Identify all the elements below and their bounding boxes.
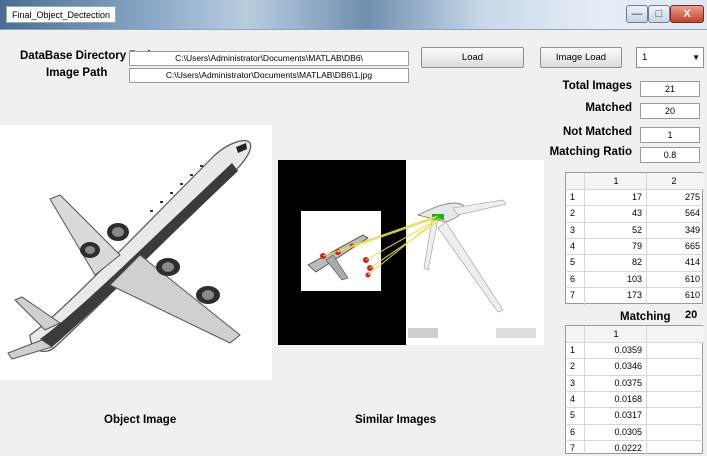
keypoint-cell[interactable]: 82 xyxy=(586,254,644,270)
object-image-caption: Object Image xyxy=(104,414,177,426)
matched-label: Matched xyxy=(585,102,632,114)
keypoint-row-index[interactable]: 1 xyxy=(568,189,584,205)
maximize-icon: □ xyxy=(655,8,663,20)
keypoint-cell[interactable]: 17 xyxy=(586,189,644,205)
image-select[interactable]: 1 ▼ xyxy=(636,47,704,68)
keypoint-cell[interactable]: 173 xyxy=(586,287,644,303)
keypoint-row-index[interactable]: 5 xyxy=(568,254,584,270)
matching-ratio-label: Matching Ratio xyxy=(549,146,632,158)
matching-row-index[interactable]: 2 xyxy=(568,358,584,374)
minimize-icon: — xyxy=(631,8,643,20)
matching-count: 20 xyxy=(685,309,698,321)
similar-images-caption: Similar Images xyxy=(355,414,437,426)
matching-cell[interactable]: 0.0305 xyxy=(586,424,644,440)
matching-col-1-header: 1 xyxy=(613,329,619,339)
image-path-field[interactable]: C:\Users\Administrator\Documents\MATLAB\… xyxy=(129,68,409,83)
keypoint-cell[interactable]: 665 xyxy=(648,238,702,254)
dropdown-arrow-icon: ▼ xyxy=(692,53,700,62)
image-path-label: Image Path xyxy=(46,67,108,79)
keypoint-cell[interactable]: 103 xyxy=(586,271,644,287)
title-bar[interactable]: Final_Object_Dectection — □ X xyxy=(0,0,707,30)
keypoint-cell[interactable]: 610 xyxy=(648,271,702,287)
minimize-button[interactable]: — xyxy=(626,5,648,23)
keypoint-cell[interactable]: 414 xyxy=(648,254,702,270)
keypoint-row-index[interactable]: 4 xyxy=(568,238,584,254)
keypoint-cell[interactable]: 349 xyxy=(648,222,702,238)
matching-cell[interactable]: 0.0168 xyxy=(586,391,644,407)
image-select-value: 1 xyxy=(642,52,648,63)
total-images-label: Total Images xyxy=(562,80,632,92)
matching-cell[interactable]: 0.0375 xyxy=(586,375,644,391)
matching-ratio-value[interactable]: 0.8 xyxy=(640,147,700,163)
total-images-value[interactable]: 21 xyxy=(640,81,700,97)
matching-row-index[interactable]: 4 xyxy=(568,391,584,407)
window-title: Final_Object_Dectection xyxy=(6,6,117,23)
keypoint-col-divider xyxy=(646,173,647,305)
keypoint-row-index[interactable]: 2 xyxy=(568,205,584,221)
similar-images xyxy=(278,160,544,345)
matching-row-index[interactable]: 7 xyxy=(568,440,584,456)
matched-value[interactable]: 20 xyxy=(640,103,700,119)
load-button[interactable]: Load xyxy=(421,47,524,68)
matching-row-index[interactable]: 1 xyxy=(568,342,584,358)
matching-cell[interactable]: 0.0346 xyxy=(586,358,644,374)
keypoint-row-index[interactable]: 3 xyxy=(568,222,584,238)
matching-row-index[interactable]: 5 xyxy=(568,407,584,423)
keypoint-cell[interactable]: 275 xyxy=(648,189,702,205)
keypoint-cell[interactable]: 79 xyxy=(586,238,644,254)
keypoint-table[interactable]: 1 2 1 17 275 2 43 564 3 52 349 4 79 665 5 82 414 6 103 61… xyxy=(565,172,704,305)
keypoint-cell[interactable]: 52 xyxy=(586,222,644,238)
keypoint-cell[interactable]: 43 xyxy=(586,205,644,221)
maximize-button[interactable]: □ xyxy=(648,5,670,23)
matching-cell[interactable]: 0.0359 xyxy=(586,342,644,358)
matching-label: Matching xyxy=(620,311,671,323)
match-visualization xyxy=(278,160,536,345)
keypoint-cell[interactable]: 610 xyxy=(648,287,702,303)
not-matched-label: Not Matched xyxy=(563,126,632,138)
keypoint-cell[interactable]: 564 xyxy=(648,205,702,221)
matching-row-index[interactable]: 3 xyxy=(568,375,584,391)
not-matched-value[interactable]: 1 xyxy=(640,127,700,143)
keypoint-col-divider xyxy=(584,173,585,305)
keypoint-col-1-header: 1 xyxy=(613,176,619,186)
close-icon: X xyxy=(683,8,691,20)
airplane-image xyxy=(7,140,252,360)
matching-cell[interactable]: 0.0222 xyxy=(586,440,644,456)
object-image xyxy=(0,125,272,380)
image-load-button[interactable]: Image Load xyxy=(540,47,622,68)
database-path-field[interactable]: C:\Users\Administrator\Documents\MATLAB\… xyxy=(129,51,409,66)
matching-cell[interactable]: 0.0317 xyxy=(586,407,644,423)
keypoint-row-index[interactable]: 7 xyxy=(568,287,584,303)
keypoint-col-2-header: 2 xyxy=(671,176,677,186)
matching-table[interactable]: 1 1 0.0359 2 0.0346 3 0.0375 4 0.0168 5 0.0317 6 0.… xyxy=(565,325,704,456)
close-button[interactable]: X xyxy=(670,5,704,23)
matching-row-index[interactable]: 6 xyxy=(568,424,584,440)
keypoint-row-index[interactable]: 6 xyxy=(568,271,584,287)
